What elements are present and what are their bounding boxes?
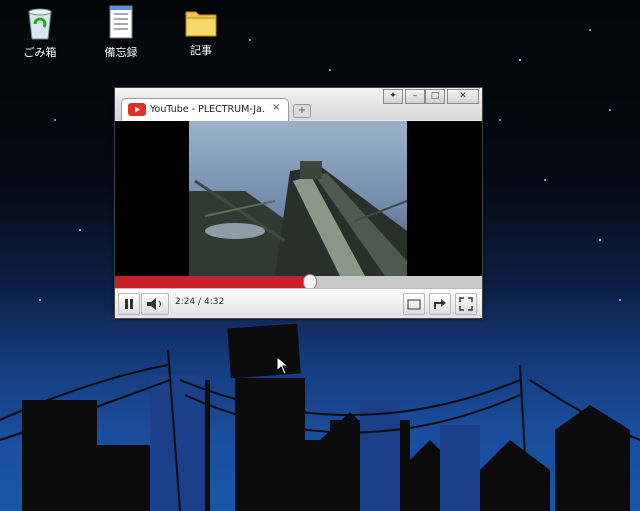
volume-button[interactable]	[141, 293, 169, 315]
fullscreen-button[interactable]	[455, 293, 477, 315]
building-silhouettes	[22, 323, 630, 511]
pause-button[interactable]	[118, 293, 140, 315]
time-display: 2:24 / 4:32	[175, 297, 225, 307]
tab-close-button[interactable]: ×	[272, 102, 280, 113]
folder-icon	[185, 11, 217, 37]
new-tab-button[interactable]: +	[293, 104, 311, 118]
video-area[interactable]	[115, 121, 482, 276]
player-controls: 2:24 / 4:32	[115, 288, 482, 317]
mouse-pointer-icon	[276, 356, 290, 375]
tab-youtube[interactable]: YouTube - PLECTRUM-Ja... ×	[121, 98, 289, 121]
browser-window[interactable]: YouTube - PLECTRUM-Ja... × + ✦ – □ ✕ 2:2…	[114, 87, 483, 319]
desktop-icon-folder[interactable]: 記事	[166, 6, 236, 58]
desktop-icon-label: 備忘録	[104, 46, 138, 59]
progress-fill	[115, 276, 310, 288]
notepad-icon	[109, 5, 133, 39]
progress-bar[interactable]	[115, 274, 482, 290]
tab-title: YouTube - PLECTRUM-Ja...	[150, 104, 266, 115]
maximize-button[interactable]: □	[425, 89, 445, 104]
close-button[interactable]: ✕	[447, 89, 479, 104]
desktop-icon-label: ごみ箱	[23, 46, 57, 59]
share-arrow-icon	[434, 299, 446, 309]
speaker-icon	[147, 298, 161, 310]
desktop: ごみ箱 備忘録 記事 YouTube - PLECTRUM-Ja... × + …	[0, 0, 640, 511]
pin-button[interactable]: ✦	[383, 89, 403, 104]
desktop-icon-recycle-bin[interactable]: ごみ箱	[5, 4, 75, 60]
popout-button[interactable]	[403, 293, 425, 315]
minimize-button[interactable]: –	[405, 89, 425, 104]
desktop-icon-notepad[interactable]: 備忘録	[86, 4, 156, 60]
youtube-favicon-icon	[128, 103, 146, 116]
share-button[interactable]	[429, 293, 451, 315]
recycle-bin-icon	[28, 8, 52, 40]
fullscreen-icon	[459, 297, 473, 311]
desktop-icon-label: 記事	[190, 44, 212, 57]
video-frame	[189, 121, 408, 276]
popout-icon	[407, 299, 421, 310]
pause-icon	[125, 299, 133, 309]
title-bar[interactable]: YouTube - PLECTRUM-Ja... × + ✦ – □ ✕	[115, 88, 482, 121]
